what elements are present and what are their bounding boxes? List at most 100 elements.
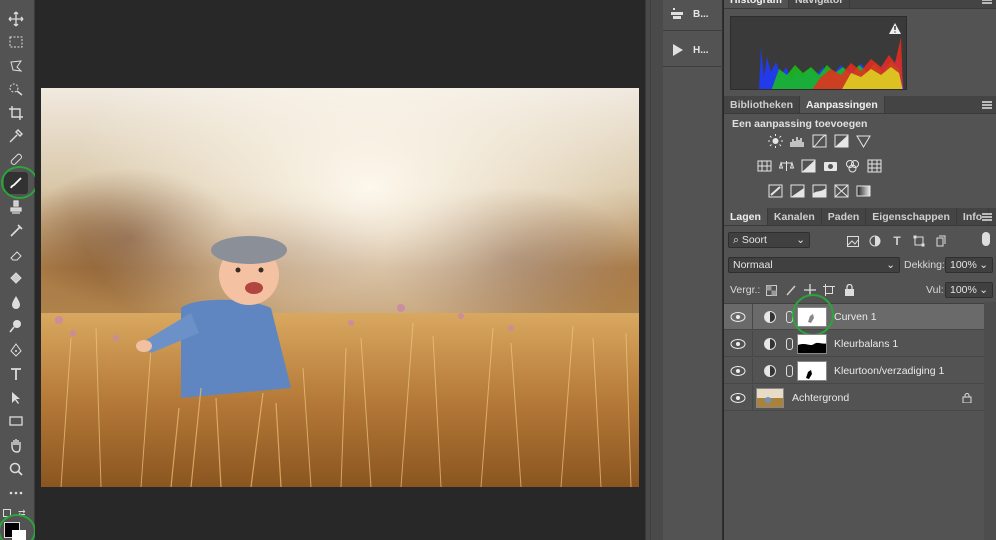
link-icon[interactable] bbox=[786, 364, 793, 377]
path-select-icon[interactable] bbox=[4, 387, 28, 409]
hue-saturation-icon[interactable] bbox=[756, 159, 772, 173]
adjustments-tab-bar: Bibliotheken Aanpassingen bbox=[724, 96, 996, 114]
opacity-label: Dekking: bbox=[904, 259, 945, 271]
photoshop-window: ⇄ B... H... Bibliotheken Aanpassingen Ee… bbox=[0, 0, 996, 540]
lock-transparency-icon[interactable] bbox=[764, 283, 778, 297]
adjustment-layer-filter-icon[interactable] bbox=[868, 234, 882, 248]
history-panel-button[interactable]: H... bbox=[669, 38, 719, 62]
link-icon[interactable] bbox=[786, 337, 793, 350]
smart-object-filter-icon[interactable] bbox=[934, 234, 948, 248]
layers-scrollbar[interactable] bbox=[984, 302, 996, 540]
eye-icon[interactable] bbox=[730, 365, 746, 377]
shape-layer-filter-icon[interactable] bbox=[912, 234, 926, 248]
photo-filter-icon[interactable] bbox=[822, 159, 838, 173]
color-lookup-icon[interactable] bbox=[866, 159, 882, 173]
layer-mask-thumbnail[interactable] bbox=[797, 333, 827, 354]
photo-canvas[interactable] bbox=[41, 88, 639, 487]
filter-toggle-switch[interactable] bbox=[982, 232, 990, 246]
lock-icon[interactable] bbox=[962, 392, 972, 403]
fill-field[interactable]: 100% ⌄ bbox=[945, 282, 993, 298]
warning-icon[interactable] bbox=[889, 23, 901, 34]
type-icon[interactable] bbox=[4, 363, 28, 385]
quick-select-icon[interactable] bbox=[4, 78, 28, 100]
eye-icon[interactable] bbox=[730, 311, 746, 323]
dodge-icon[interactable] bbox=[4, 315, 28, 337]
exposure-icon[interactable] bbox=[833, 134, 849, 148]
lock-all-icon[interactable] bbox=[842, 283, 856, 297]
history-label: H... bbox=[693, 44, 709, 56]
adjustments-panel-menu[interactable] bbox=[982, 101, 992, 109]
search-icon: ⌕ bbox=[733, 233, 739, 246]
brushes-icon bbox=[669, 6, 685, 22]
pixel-layer-filter-icon[interactable] bbox=[846, 234, 860, 248]
selective-color-icon[interactable] bbox=[833, 184, 849, 198]
invert-icon[interactable] bbox=[767, 184, 783, 198]
layers-panel-menu[interactable] bbox=[982, 213, 992, 221]
levels-icon[interactable] bbox=[789, 134, 805, 148]
kind-filter-value: Soort bbox=[741, 233, 767, 246]
move-icon[interactable] bbox=[4, 8, 28, 30]
brightness-contrast-icon[interactable] bbox=[767, 134, 783, 148]
adjustment-layer-icon bbox=[764, 364, 776, 377]
layer-name[interactable]: Kleurbalans 1 bbox=[834, 338, 898, 350]
gradient-map-icon[interactable] bbox=[855, 184, 871, 198]
curves-icon[interactable] bbox=[811, 134, 827, 148]
stamp-icon[interactable] bbox=[4, 196, 28, 218]
layer-row[interactable]: Curven 1 bbox=[724, 304, 984, 330]
more-icon[interactable] bbox=[4, 482, 28, 504]
type-layer-filter-icon[interactable]: T bbox=[890, 234, 904, 248]
vibrance-icon[interactable] bbox=[855, 134, 871, 148]
chevron-down-icon: ⌄ bbox=[979, 284, 988, 296]
channel-mixer-icon[interactable] bbox=[844, 159, 860, 173]
histogram-panel-menu[interactable] bbox=[982, 0, 992, 4]
marquee-icon[interactable] bbox=[4, 31, 28, 53]
eyedropper-icon[interactable] bbox=[4, 125, 28, 147]
blur-icon[interactable] bbox=[4, 291, 28, 313]
eye-icon[interactable] bbox=[730, 392, 746, 404]
layer-name[interactable]: Curven 1 bbox=[834, 311, 877, 323]
history-brush-icon[interactable] bbox=[4, 220, 28, 242]
eye-icon[interactable] bbox=[730, 338, 746, 350]
adjustments-title: Een aanpassing toevoegen bbox=[732, 118, 868, 130]
layer-name[interactable]: Kleurtoon/verzadiging 1 bbox=[834, 365, 944, 377]
layer-name[interactable]: Achtergrond bbox=[792, 392, 849, 404]
tab-paths[interactable]: Paden bbox=[822, 208, 867, 225]
fill-label: Vul: bbox=[926, 284, 944, 296]
crop-icon[interactable] bbox=[4, 102, 28, 124]
lock-pixels-icon[interactable] bbox=[784, 283, 798, 297]
layer-mask-thumbnail[interactable] bbox=[797, 360, 827, 381]
document-canvas-area[interactable] bbox=[35, 0, 645, 540]
color-balance-icon[interactable] bbox=[778, 159, 794, 173]
eraser-icon[interactable] bbox=[4, 244, 28, 266]
rectangle-icon[interactable] bbox=[4, 410, 28, 432]
play-icon bbox=[669, 42, 685, 58]
panel-dock-divider[interactable] bbox=[645, 0, 663, 540]
hand-icon[interactable] bbox=[4, 434, 28, 456]
blend-mode-select[interactable]: Normaal ⌄ bbox=[728, 257, 900, 273]
tab-properties[interactable]: Eigenschappen bbox=[866, 208, 957, 225]
layer-row[interactable]: Kleurbalans 1 bbox=[724, 331, 984, 357]
lasso-icon[interactable] bbox=[4, 55, 28, 77]
right-panels: Histogram Navigator Bibliotheken Aanpass… bbox=[724, 0, 996, 540]
posterize-icon[interactable] bbox=[789, 184, 805, 198]
threshold-icon[interactable] bbox=[811, 184, 827, 198]
opacity-field[interactable]: 100% ⌄ bbox=[945, 257, 993, 273]
lock-label: Vergr.: bbox=[730, 284, 761, 296]
pen-icon[interactable] bbox=[4, 339, 28, 361]
layer-row[interactable]: Achtergrond bbox=[724, 385, 984, 411]
zoom-icon[interactable] bbox=[4, 458, 28, 480]
tab-libraries[interactable]: Bibliotheken bbox=[724, 96, 801, 113]
layer-thumbnail[interactable] bbox=[756, 387, 784, 408]
brushes-panel-button[interactable]: B... bbox=[669, 2, 719, 26]
layer-kind-filter[interactable]: ⌕ Soort ⌄ bbox=[728, 232, 810, 248]
lock-artboard-icon[interactable] bbox=[822, 283, 836, 297]
tab-navigator[interactable]: Navigator bbox=[789, 0, 851, 8]
tab-adjustments[interactable]: Aanpassingen bbox=[800, 96, 885, 113]
tab-layers[interactable]: Lagen bbox=[724, 208, 768, 225]
mask-highlight bbox=[792, 294, 834, 336]
paint-bucket-icon[interactable] bbox=[4, 267, 28, 289]
black-white-icon[interactable] bbox=[800, 159, 816, 173]
layer-row[interactable]: Kleurtoon/verzadiging 1 bbox=[724, 358, 984, 384]
tab-histogram[interactable]: Histogram bbox=[724, 0, 789, 8]
tab-channels[interactable]: Kanalen bbox=[768, 208, 822, 225]
